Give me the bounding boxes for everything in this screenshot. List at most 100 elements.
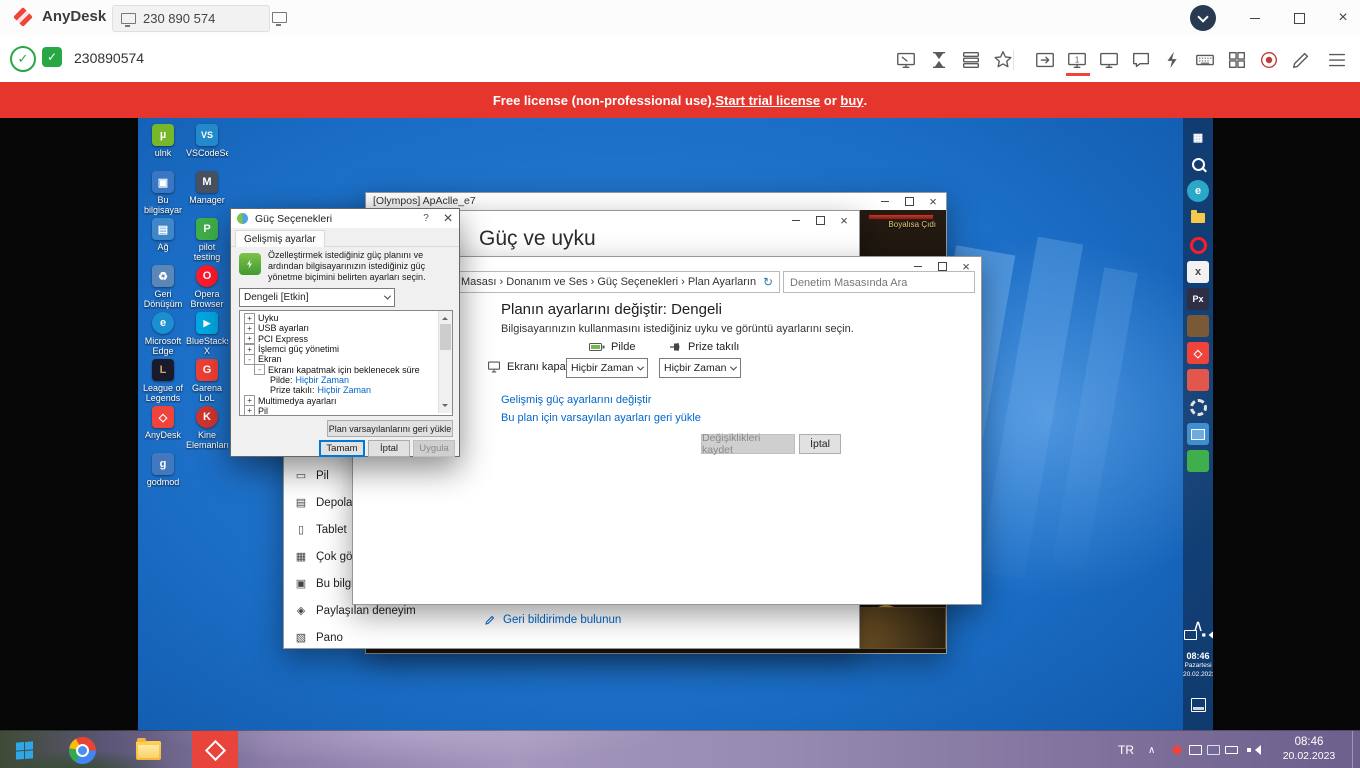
advanced-power-settings-link[interactable]: Gelişmiş güç ayarlarını değiştir <box>501 394 651 406</box>
actions-lightning-icon[interactable] <box>1160 47 1186 73</box>
desktop-icon-pilot-testing[interactable]: Ppilot testing <box>186 218 228 262</box>
show-desktop-button[interactable] <box>1352 731 1360 768</box>
taskbar-anydesk-icon[interactable] <box>192 731 238 768</box>
tree-item-usb[interactable]: + USB ayarları <box>240 322 452 334</box>
language-indicator[interactable]: TR <box>1118 731 1134 768</box>
desktop-icon-utorrent[interactable]: µ ulnk <box>142 124 184 158</box>
chat-icon[interactable] <box>1128 47 1154 73</box>
tray-expand-chevron[interactable]: ∧ <box>1148 731 1155 768</box>
buy-link[interactable]: buy <box>840 93 863 108</box>
opera-taskbar-icon[interactable] <box>1187 234 1209 256</box>
desktop-icon-recycle-bin[interactable]: ♻ Geri Dönüşüm <box>142 265 184 309</box>
desktop-icon-network[interactable]: ▤ Ağ <box>142 218 184 252</box>
search-button[interactable] <box>1187 153 1209 175</box>
file-manager-icon[interactable] <box>1032 47 1058 73</box>
search-input[interactable] <box>784 272 982 294</box>
green-app-taskbar-icon[interactable] <box>1187 450 1209 472</box>
expander-icon[interactable]: + <box>244 405 255 415</box>
tree-item-pci[interactable]: + PCI Express <box>240 333 452 345</box>
task-view-button[interactable]: ▦ <box>1187 126 1209 148</box>
advanced-settings-tree[interactable]: + Uyku + USB ayarları + PCI Express + İşlemc… <box>239 310 453 416</box>
save-changes-button[interactable]: Değişiklikleri kaydet <box>701 432 795 456</box>
account-menu-button[interactable] <box>1190 5 1216 31</box>
scrollbar-thumb[interactable] <box>440 324 451 350</box>
help-button[interactable]: ? <box>415 210 437 227</box>
desktop-icon-league-of-legends[interactable]: L League of Legends <box>142 359 184 403</box>
active-monitor-icon[interactable]: 1 <box>1064 47 1090 73</box>
remote-tray-icons-row[interactable] <box>1183 630 1213 640</box>
volume-icon[interactable] <box>1246 743 1261 757</box>
tree-item-screen-off-timeout[interactable]: - Ekranı kapatmak için beklenecek süre <box>240 364 452 376</box>
display-app-taskbar-icon[interactable] <box>1187 423 1209 445</box>
whiteboard-pen-icon[interactable] <box>1288 47 1314 73</box>
ok-button[interactable]: Tamam <box>319 440 365 457</box>
px-app-taskbar-icon[interactable]: Px <box>1187 288 1209 310</box>
app-x-taskbar-icon[interactable]: x <box>1187 261 1209 283</box>
restore-defaults-link[interactable]: Bu plan için varsayılan ayarları geri yü… <box>501 412 701 424</box>
start-trial-link[interactable]: Start trial license <box>715 93 820 108</box>
close-button[interactable] <box>437 210 459 227</box>
taskbar-clock[interactable]: 08:46 20.02.2023 <box>1278 734 1340 766</box>
start-button[interactable] <box>0 731 48 768</box>
screen-off-plugged-select[interactable]: Hiçbir Zaman <box>659 358 741 378</box>
window-maximize-button[interactable] <box>1277 0 1321 36</box>
screen-off-battery-select[interactable]: Hiçbir Zaman <box>566 358 648 378</box>
remote-monitor-tray-icon[interactable] <box>1188 743 1202 757</box>
desktop-icon-manager[interactable]: M Manager <box>186 171 228 205</box>
feedback-link[interactable]: Geri bildirimde bulunun <box>484 614 621 626</box>
keyboard-icon[interactable] <box>1192 47 1218 73</box>
new-session-monitor-icon[interactable] <box>893 47 919 73</box>
dialog-titlebar[interactable]: Güç Seçenekleri ? <box>231 209 459 228</box>
desktop-icon-anydesk[interactable]: ◇ AnyDesk <box>142 406 184 440</box>
close-button[interactable] <box>835 214 853 227</box>
favorites-star-icon[interactable] <box>990 47 1016 73</box>
desktop-icon-garena[interactable]: G Garena LoL <box>186 359 228 403</box>
remote-clock[interactable]: 08:46 Pazartesi 20.02.2023 <box>1183 652 1213 679</box>
settings-taskbar-icon[interactable] <box>1187 396 1209 418</box>
display-tray-icon[interactable] <box>1206 743 1220 757</box>
permissions-grid-icon[interactable] <box>1224 47 1250 73</box>
tab-advanced-settings[interactable]: Gelişmiş ayarlar <box>235 230 325 247</box>
anydesk-tray-icon[interactable] <box>1170 743 1184 757</box>
taskbar-chrome-icon[interactable] <box>62 731 102 768</box>
window-minimize-button[interactable] <box>1233 0 1277 36</box>
desktop-icon-edge[interactable]: e Microsoft Edge <box>142 312 184 356</box>
new-session-tab-button[interactable] <box>272 10 287 28</box>
minimize-button[interactable] <box>876 195 894 208</box>
scroll-up-icon[interactable] <box>442 314 448 320</box>
anydesk-taskbar-icon[interactable]: ◇ <box>1187 342 1209 364</box>
media-app-taskbar-icon[interactable] <box>1187 369 1209 391</box>
desktop-icon-godmod[interactable]: g godmod <box>142 453 184 487</box>
menu-icon[interactable] <box>1324 47 1350 73</box>
power-plan-combo[interactable]: Dengeli [Etkin] <box>239 288 395 307</box>
tree-item-sleep[interactable]: + Uyku <box>240 312 452 324</box>
tree-item-battery[interactable]: + Pil <box>240 405 452 415</box>
tree-item-multimedia[interactable]: + Multimedya ayarları <box>240 395 452 407</box>
sidebar-item-shared-experiences[interactable]: ◈Paylaşılan deneyimler <box>294 604 459 618</box>
address-book-icon[interactable] <box>958 47 984 73</box>
anydesk-titlebar[interactable]: AnyDesk 230 890 574 <box>0 0 1360 37</box>
close-button[interactable] <box>924 195 942 208</box>
pending-sessions-hourglass-icon[interactable] <box>926 47 952 73</box>
maximize-button[interactable] <box>900 195 918 208</box>
maximize-button[interactable] <box>811 214 829 227</box>
scrollbar[interactable] <box>438 311 452 413</box>
taskbar-explorer-icon[interactable] <box>128 731 168 768</box>
control-panel-search[interactable] <box>783 271 982 294</box>
desktop-icon-vscode-setup[interactable]: VSVSCodeSetu... <box>186 124 228 158</box>
desktop-icon-kine[interactable]: K Kine Elemanları <box>186 406 228 450</box>
file-explorer-taskbar-icon[interactable] <box>1187 207 1209 229</box>
apply-button[interactable]: Uygula <box>413 440 455 457</box>
remote-screen[interactable]: µulnk VSVSCodeSetu... ▣Bu bilgisayar MMa… <box>138 118 1213 730</box>
desktop-icon-bluestacks[interactable]: ▶ BlueStacks X <box>186 312 228 356</box>
restore-plan-defaults-button[interactable]: Plan varsayılanlarını geri yükle <box>327 420 453 437</box>
game-app-taskbar-icon[interactable] <box>1187 315 1209 337</box>
session-tab[interactable]: 230 890 574 <box>112 5 270 32</box>
tree-item-plugged-in-value[interactable]: Prize takılı: Hiçbir Zaman <box>240 385 452 395</box>
edge-taskbar-icon[interactable]: e <box>1187 180 1209 202</box>
cancel-button[interactable]: İptal <box>799 434 841 454</box>
tree-item-on-battery-value[interactable]: Pilde: Hiçbir Zaman <box>240 375 452 385</box>
remote-action-center-icon[interactable] <box>1191 698 1206 712</box>
tree-item-processor[interactable]: + İşlemci güç yönetimi <box>240 343 452 355</box>
window-close-button[interactable] <box>1321 0 1360 36</box>
